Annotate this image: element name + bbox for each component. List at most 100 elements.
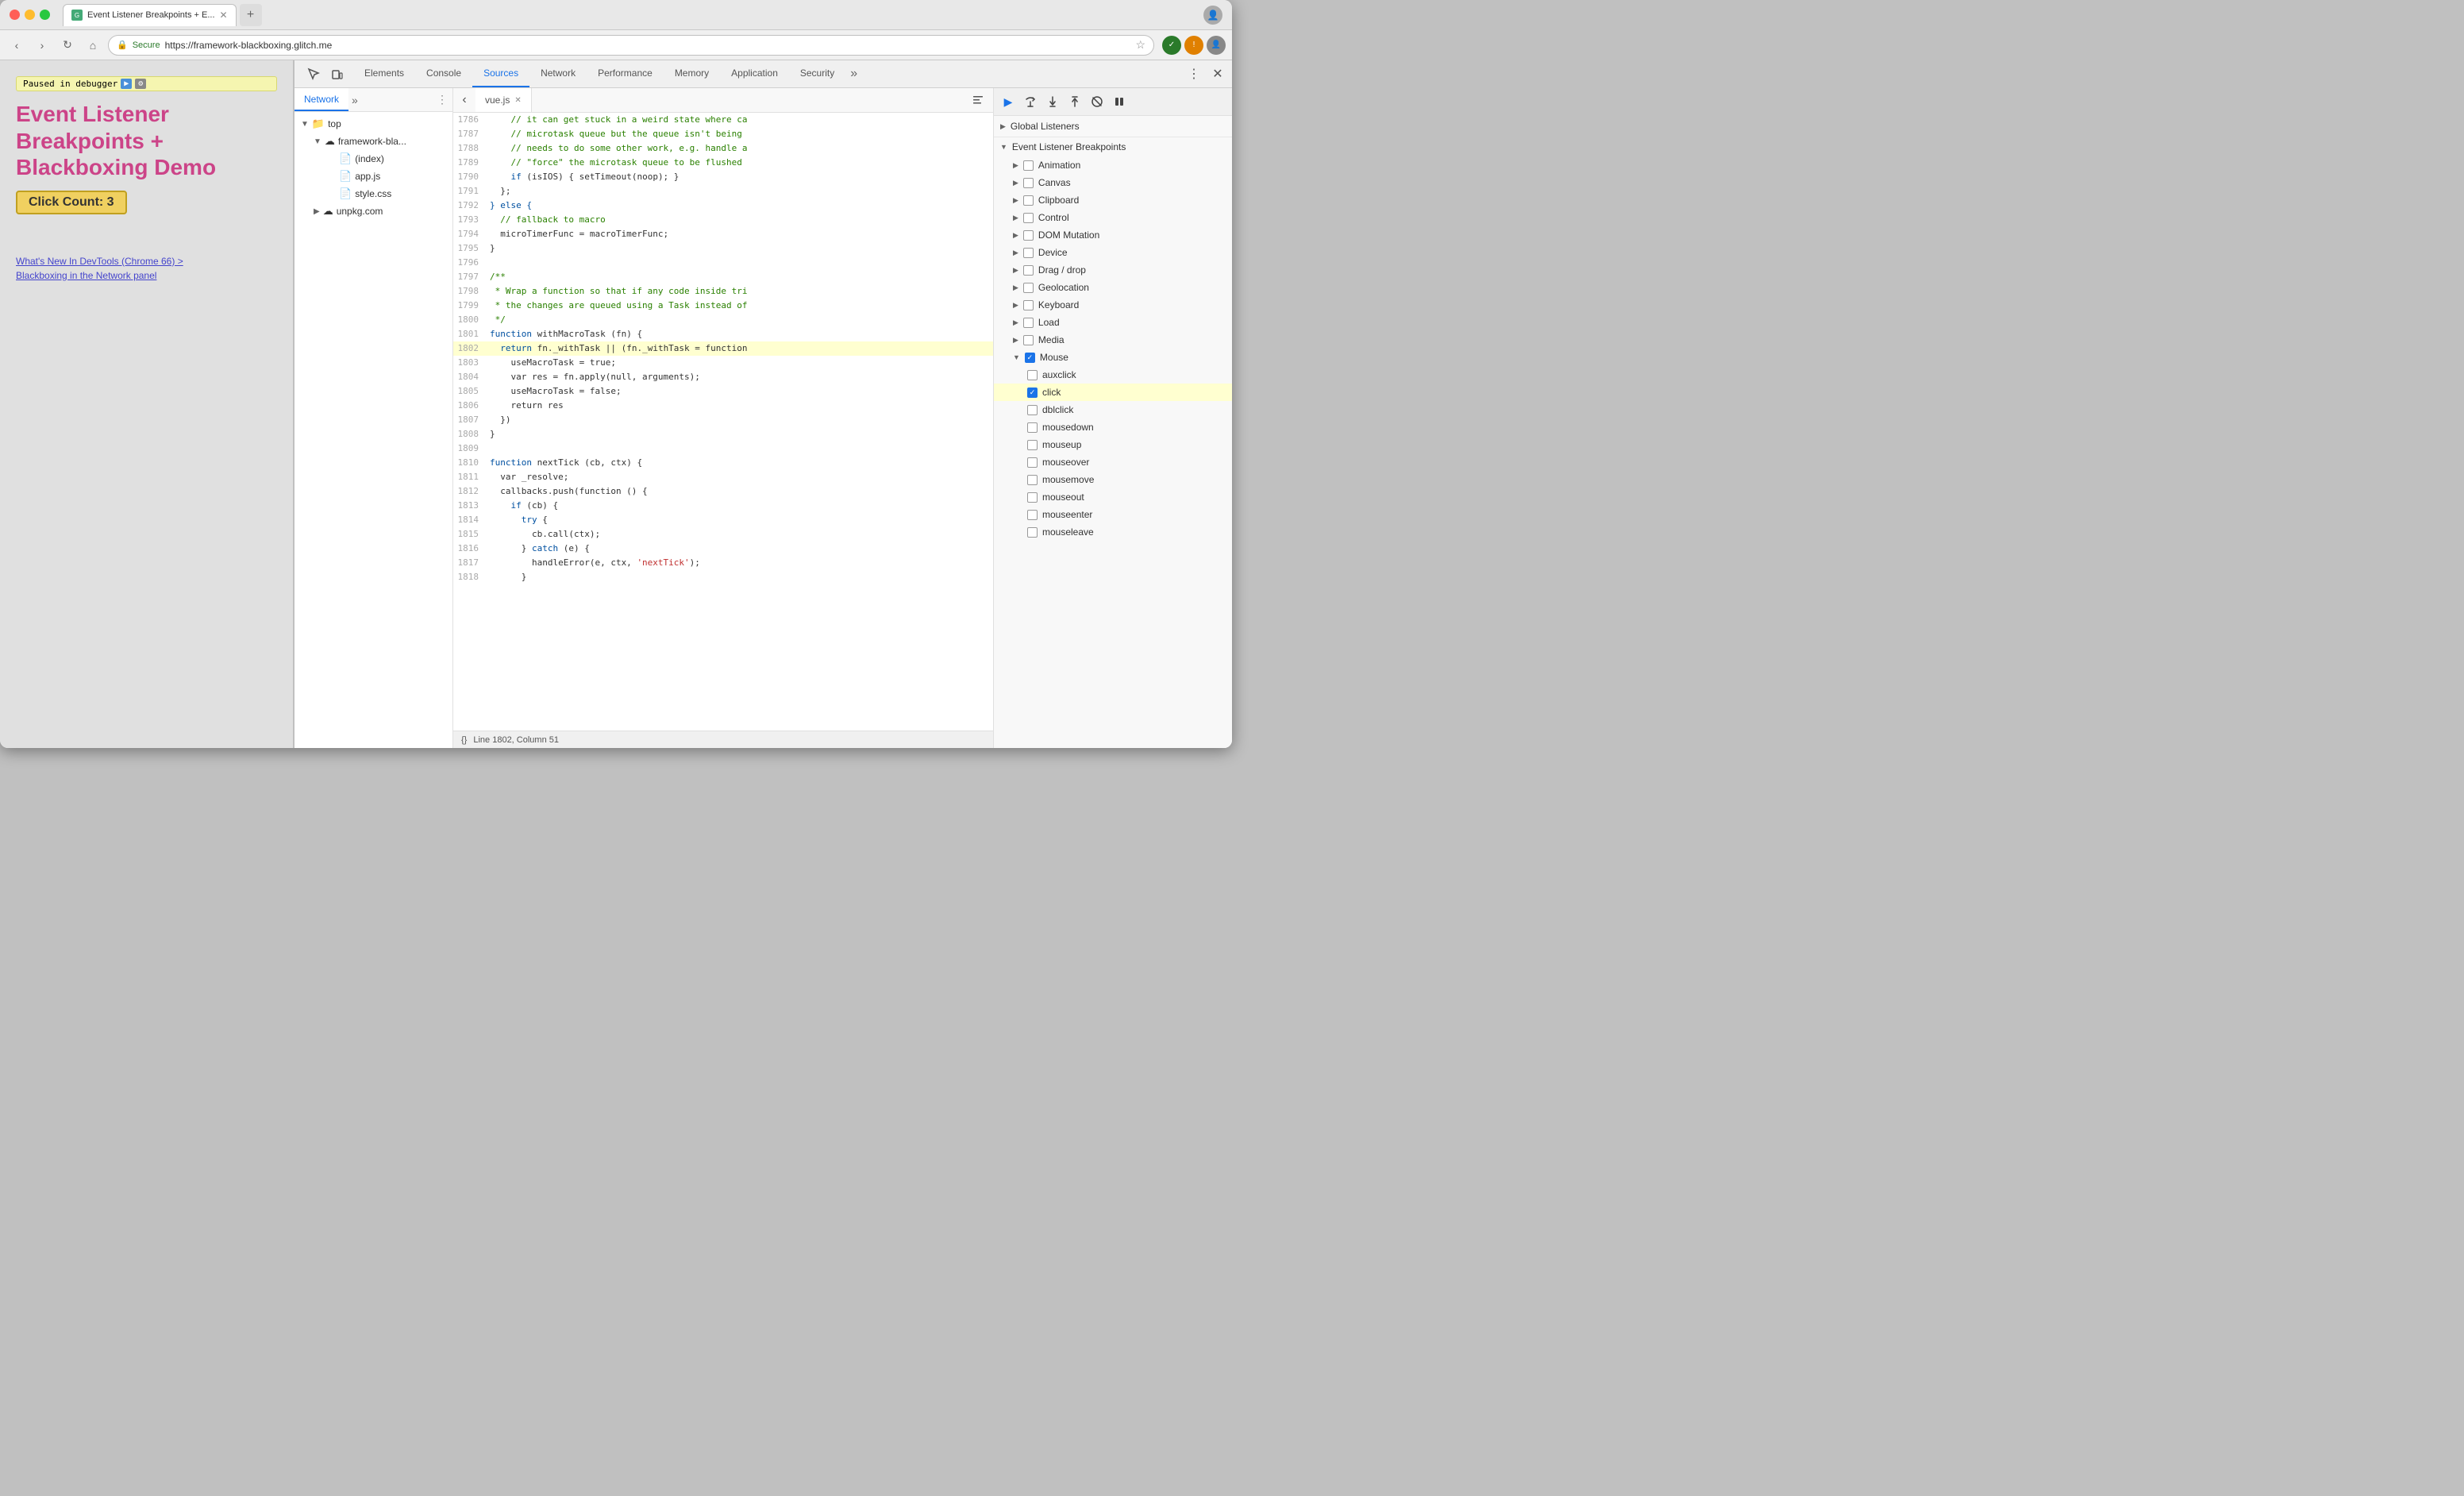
bp-item-dblclick[interactable]: dblclick [994, 401, 1232, 418]
bp-checkbox-mousedown[interactable] [1027, 422, 1038, 433]
tab-performance[interactable]: Performance [587, 60, 664, 87]
editor-nav-back[interactable]: ‹ [453, 88, 475, 112]
tab-memory[interactable]: Memory [664, 60, 720, 87]
tab-close-button[interactable]: ✕ [220, 10, 228, 21]
debugger-step-out-button[interactable] [1065, 92, 1084, 111]
bp-item-auxclick[interactable]: auxclick [994, 366, 1232, 384]
tab-security[interactable]: Security [789, 60, 845, 87]
bp-checkbox-mouseover[interactable] [1027, 457, 1038, 468]
bp-category-clipboard[interactable]: ▶ Clipboard [994, 191, 1232, 209]
bp-category-keyboard[interactable]: ▶ Keyboard [994, 296, 1232, 314]
bp-category-geolocation[interactable]: ▶ Geolocation [994, 279, 1232, 296]
bp-checkbox-animation[interactable] [1023, 160, 1034, 171]
minimize-button[interactable] [25, 10, 35, 20]
bp-checkbox-keyboard[interactable] [1023, 300, 1034, 310]
editor-tab-vuejs[interactable]: vue.js ✕ [475, 88, 532, 112]
bp-category-control[interactable]: ▶ Control [994, 209, 1232, 226]
bp-checkbox-mousemove[interactable] [1027, 475, 1038, 485]
tree-item-top[interactable]: ▼ 📁 top [295, 115, 452, 133]
browser-tab-active[interactable]: G Event Listener Breakpoints + E... ✕ [63, 4, 237, 26]
debugger-step-into-button[interactable] [1043, 92, 1062, 111]
tree-item-framework[interactable]: ▼ ☁ framework-bla... [295, 133, 452, 150]
bp-item-mousemove[interactable]: mousemove [994, 471, 1232, 488]
bp-checkbox-dblclick[interactable] [1027, 405, 1038, 415]
inspect-element-icon[interactable] [302, 63, 325, 85]
bp-category-drag-drop[interactable]: ▶ Drag / drop [994, 261, 1232, 279]
bp-item-mousedown[interactable]: mousedown [994, 418, 1232, 436]
tree-item-stylecss[interactable]: 📄 style.css [295, 185, 452, 202]
code-area[interactable]: 1786 // it can get stuck in a weird stat… [453, 113, 993, 731]
bp-item-mouseleave[interactable]: mouseleave [994, 523, 1232, 541]
editor-format-icon[interactable] [968, 90, 988, 110]
tab-elements[interactable]: Elements [353, 60, 415, 87]
bp-checkbox-clipboard[interactable] [1023, 195, 1034, 206]
bp-checkbox-mouseup[interactable] [1027, 440, 1038, 450]
bp-category-device[interactable]: ▶ Device [994, 244, 1232, 261]
sidebar-kebab-icon[interactable]: ⋮ [437, 93, 448, 106]
bp-checkbox-click[interactable]: ✓ [1027, 387, 1038, 398]
close-button[interactable] [10, 10, 20, 20]
bp-category-canvas[interactable]: ▶ Canvas [994, 174, 1232, 191]
bp-category-media[interactable]: ▶ Media [994, 331, 1232, 349]
sidebar-tab-network[interactable]: Network [295, 88, 348, 111]
click-count-button[interactable]: Click Count: 3 [16, 191, 127, 214]
account-icon[interactable]: 👤 [1203, 6, 1222, 25]
debugger-pause-async-button[interactable] [1110, 92, 1129, 111]
bp-checkbox-mouseenter[interactable] [1027, 510, 1038, 520]
bp-checkbox-mouseleave[interactable] [1027, 527, 1038, 538]
new-tab-button[interactable]: + [240, 4, 262, 26]
bp-checkbox-dom-mutation[interactable] [1023, 230, 1034, 241]
debugger-step-over-button[interactable] [1021, 92, 1040, 111]
home-button[interactable]: ⌂ [83, 35, 103, 56]
bp-item-mouseout[interactable]: mouseout [994, 488, 1232, 506]
sidebar-tab-more[interactable]: » [352, 88, 358, 111]
bp-item-mouseover[interactable]: mouseover [994, 453, 1232, 471]
extension-icon-1[interactable]: ✓ [1162, 36, 1181, 55]
bookmark-icon[interactable]: ☆ [1135, 38, 1145, 52]
tree-item-unpkg[interactable]: ▶ ☁ unpkg.com [295, 202, 452, 220]
bp-checkbox-control[interactable] [1023, 213, 1034, 223]
bp-checkbox-geolocation[interactable] [1023, 283, 1034, 293]
event-breakpoints-header[interactable]: ▼ Event Listener Breakpoints [994, 137, 1232, 156]
profile-icon[interactable]: 👤 [1207, 36, 1226, 55]
link-whats-new[interactable]: What's New In DevTools (Chrome 66) > [16, 256, 277, 267]
more-tabs-button[interactable]: » [845, 60, 862, 87]
tree-item-appjs[interactable]: 📄 app.js [295, 168, 452, 185]
tab-application[interactable]: Application [720, 60, 789, 87]
refresh-button[interactable]: ↻ [57, 35, 78, 56]
bp-item-click[interactable]: ✓ click [994, 384, 1232, 401]
bp-checkbox-auxclick[interactable] [1027, 370, 1038, 380]
maximize-button[interactable] [40, 10, 50, 20]
bp-checkbox-canvas[interactable] [1023, 178, 1034, 188]
bp-category-load[interactable]: ▶ Load [994, 314, 1232, 331]
bp-item-mouseenter[interactable]: mouseenter [994, 506, 1232, 523]
bp-category-dom-mutation[interactable]: ▶ DOM Mutation [994, 226, 1232, 244]
bp-checkbox-device[interactable] [1023, 248, 1034, 258]
bp-checkbox-mouse[interactable]: ✓ [1025, 353, 1035, 363]
device-toolbar-icon[interactable] [326, 63, 348, 85]
debugger-deactivate-button[interactable] [1088, 92, 1107, 111]
bp-category-animation[interactable]: ▶ Animation [994, 156, 1232, 174]
bp-item-mouseup[interactable]: mouseup [994, 436, 1232, 453]
bp-checkbox-media[interactable] [1023, 335, 1034, 345]
url-bar[interactable]: 🔒 Secure https://framework-blackboxing.g… [108, 35, 1154, 56]
tree-item-index[interactable]: 📄 (index) [295, 150, 452, 168]
debugger-resume-button[interactable]: ▶ [999, 92, 1018, 111]
tab-console[interactable]: Console [415, 60, 472, 87]
bp-checkbox-load[interactable] [1023, 318, 1034, 328]
bp-category-mouse[interactable]: ▼ ✓ Mouse [994, 349, 1232, 366]
pause-badge-label: Paused in debugger [23, 79, 117, 89]
global-listeners-section[interactable]: ▶ Global Listeners [994, 116, 1232, 137]
extension-icon-2[interactable]: ! [1184, 36, 1203, 55]
forward-button[interactable]: › [32, 35, 52, 56]
breakpoints-panel[interactable]: ▶ Global Listeners ▼ Event Listener Brea… [994, 116, 1232, 748]
bp-checkbox-mouseout[interactable] [1027, 492, 1038, 503]
tab-network[interactable]: Network [529, 60, 587, 87]
tab-sources[interactable]: Sources [472, 60, 529, 87]
bp-checkbox-drag-drop[interactable] [1023, 265, 1034, 276]
editor-tab-close-icon[interactable]: ✕ [514, 96, 521, 105]
devtools-settings-icon[interactable]: ⋮ [1183, 63, 1205, 85]
link-blackboxing[interactable]: Blackboxing in the Network panel [16, 270, 277, 281]
back-button[interactable]: ‹ [6, 35, 27, 56]
devtools-close-icon[interactable]: ✕ [1207, 63, 1229, 85]
